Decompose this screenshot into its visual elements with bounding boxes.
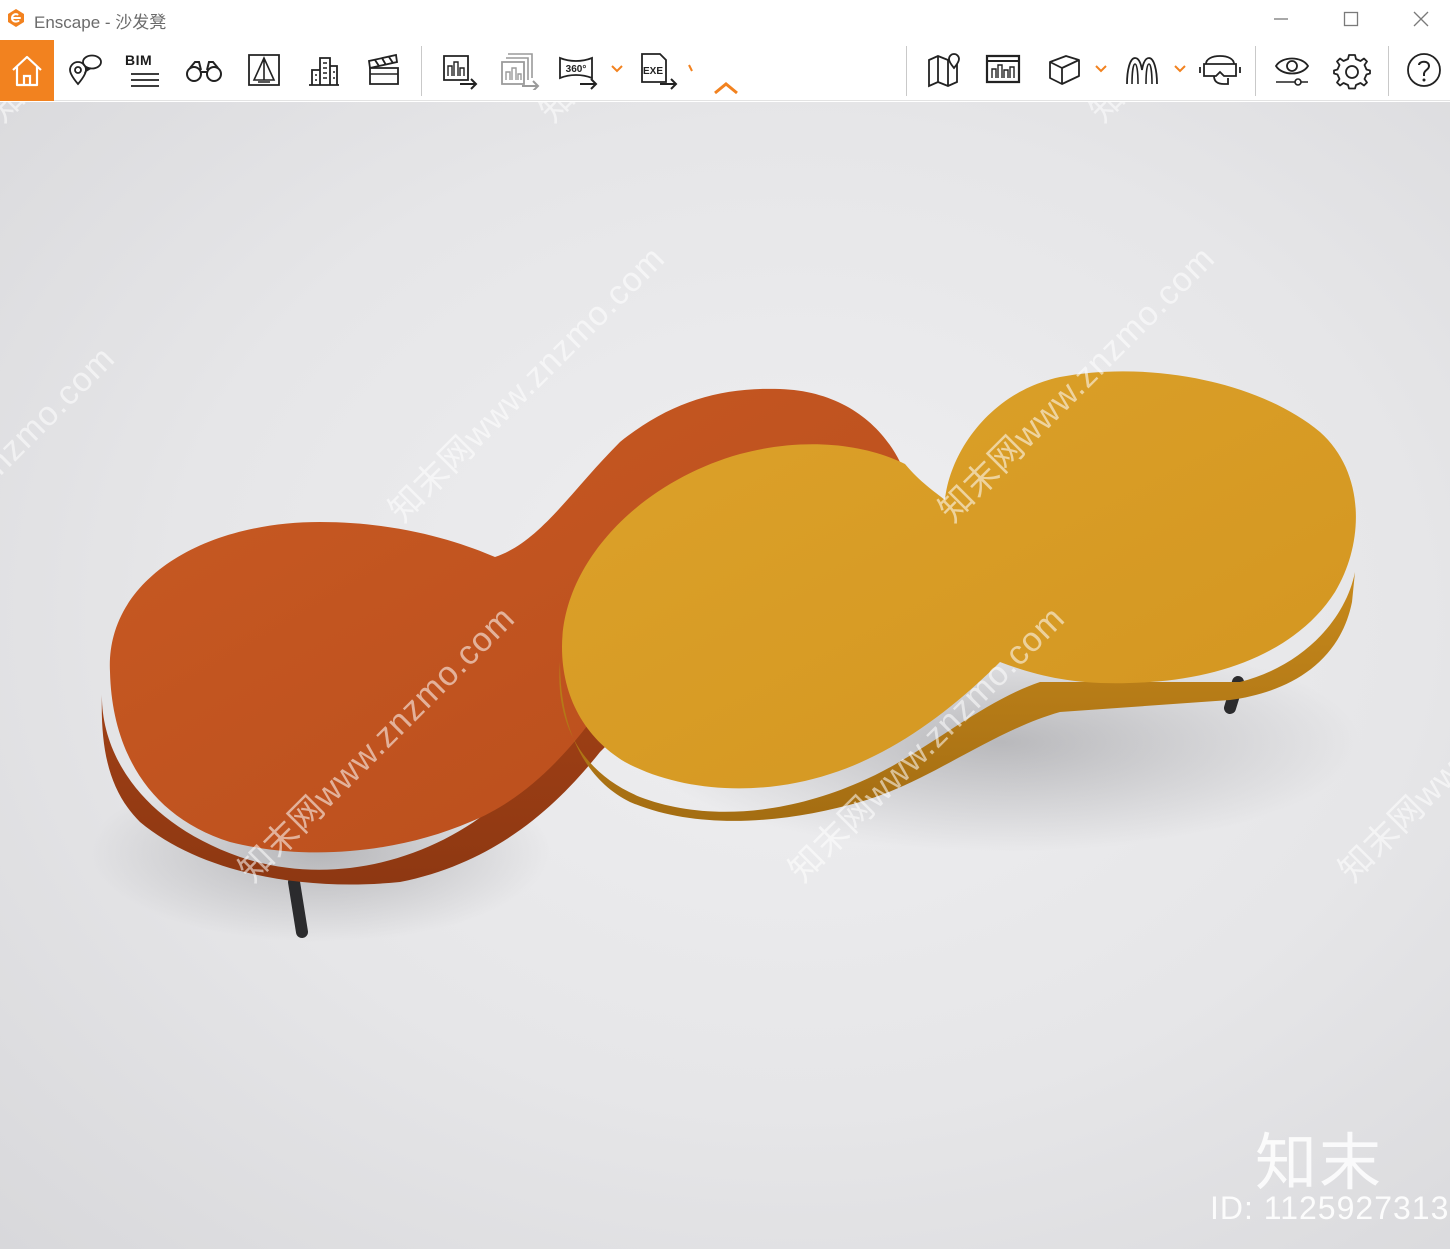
collapse-toolbar-chevron-icon[interactable]: [712, 80, 740, 96]
home-button[interactable]: [0, 40, 54, 101]
panorama-360-icon: 360°: [559, 56, 598, 90]
export-360-button[interactable]: 360°: [552, 44, 604, 96]
location-chat-icon: [69, 54, 102, 86]
window-title: Enscape - 沙发凳: [34, 13, 167, 32]
gallery-button[interactable]: [977, 44, 1029, 96]
render-image-icon: [443, 55, 478, 90]
buildings-button[interactable]: [298, 44, 350, 96]
export-exe-dropdown-icon[interactable]: [686, 62, 700, 76]
buildings-icon: [309, 57, 339, 86]
toolbar-divider: [906, 46, 907, 96]
views-button[interactable]: [58, 44, 110, 96]
export-360-dropdown-icon[interactable]: [610, 62, 624, 76]
clapperboard-icon: [367, 53, 399, 85]
settings-button[interactable]: [1326, 44, 1378, 96]
stool-leg: [288, 876, 308, 938]
toolbar-divider: [421, 46, 422, 96]
vr-headset-icon: [1199, 55, 1241, 85]
maximize-button[interactable]: [1322, 0, 1380, 38]
toolbar-divider: [1388, 46, 1389, 96]
render-viewport[interactable]: 知末网www.znzmo.com 知末网www.znzmo.com 知末网www…: [0, 102, 1450, 1249]
binoculars-icon: [186, 61, 222, 82]
map-icon: [928, 53, 960, 88]
home-icon: [12, 55, 42, 86]
title-bar: Enscape - 沙发凳: [0, 0, 1450, 38]
sofa-stool-render: [90, 371, 1360, 942]
export-exe-button[interactable]: EXE: [632, 44, 684, 96]
maximize-icon: [1343, 11, 1359, 27]
exe-label: EXE: [643, 66, 663, 77]
help-button[interactable]: [1398, 44, 1450, 96]
gallery-icon: [985, 54, 1021, 84]
map-button[interactable]: [918, 44, 970, 96]
object-dropdown-icon[interactable]: [1094, 62, 1108, 76]
eye-settings-icon: [1274, 57, 1310, 86]
render-image-button[interactable]: [432, 44, 484, 96]
object-button[interactable]: [1038, 44, 1090, 96]
walk-mode-button[interactable]: [178, 44, 230, 96]
toolbar-divider: [1255, 46, 1256, 96]
gear-icon: [1332, 53, 1372, 90]
batch-render-button[interactable]: [492, 44, 544, 96]
id-watermark: ID: 1125927313: [1210, 1190, 1450, 1226]
exe-export-icon: EXE: [641, 53, 678, 90]
minimize-icon: [1274, 18, 1288, 20]
asset-library-icon: [1126, 57, 1158, 85]
visual-settings-button[interactable]: [1266, 44, 1318, 96]
help-icon: [1407, 53, 1441, 87]
close-button[interactable]: [1392, 0, 1450, 38]
asset-library-dropdown-icon[interactable]: [1173, 62, 1187, 76]
brand-watermark: 知末: [1255, 1129, 1384, 1198]
close-icon: [1413, 11, 1429, 27]
enscape-logo-icon: [8, 9, 24, 27]
perspective-button[interactable]: [238, 44, 290, 96]
batch-render-icon: [501, 53, 540, 90]
panorama-360-label: 360°: [566, 64, 587, 75]
bim-label: BIM: [125, 52, 153, 68]
asset-library-button[interactable]: [1116, 44, 1168, 96]
vr-headset-button[interactable]: [1194, 44, 1246, 96]
perspective-icon: [248, 54, 280, 86]
video-editor-button[interactable]: [358, 44, 410, 96]
box-icon: [1049, 55, 1080, 85]
main-toolbar: BIM 360° EXE: [0, 40, 1450, 101]
minimize-button[interactable]: [1252, 0, 1310, 38]
